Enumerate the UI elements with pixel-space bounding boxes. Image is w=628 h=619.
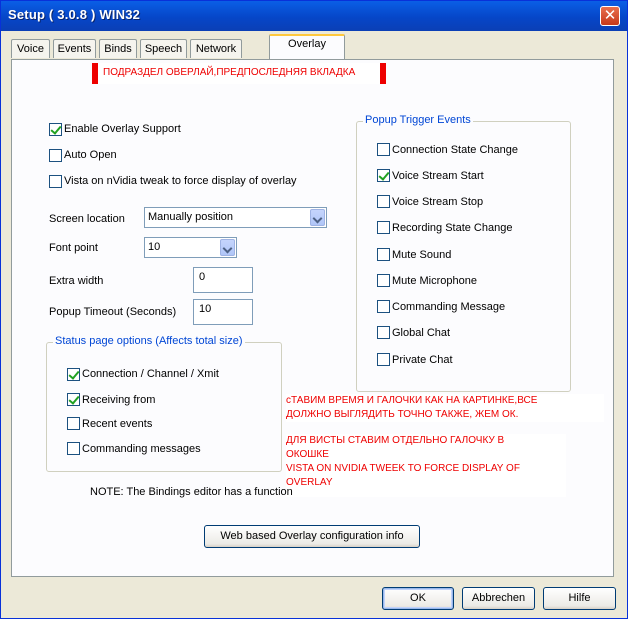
annotation-note-bottom: ДЛЯ ВИСТЫ СТАВИМ ОТДЕЛЬНО ГАЛОЧКУ В ОКОШ… xyxy=(286,434,566,497)
annotation-line-6: OVERLAY xyxy=(286,477,333,488)
banner-bar-left xyxy=(92,63,98,84)
cancel-button[interactable]: Abbrechen xyxy=(462,587,535,610)
popup-timeout-input[interactable]: 10 xyxy=(193,299,253,325)
enable-overlay-checkbox[interactable] xyxy=(49,123,62,136)
banner-bar-right xyxy=(380,63,386,84)
font-point-label: Font point xyxy=(49,242,98,254)
event-global-chat-checkbox[interactable] xyxy=(377,326,390,339)
event-voice-start-label: Voice Stream Start xyxy=(392,170,484,182)
tab-voice[interactable]: Voice xyxy=(11,39,50,58)
close-icon: ✕ xyxy=(603,6,617,24)
close-button[interactable]: ✕ xyxy=(600,6,620,26)
font-point-select[interactable]: 10 xyxy=(144,237,237,258)
event-commanding-message-checkbox[interactable] xyxy=(377,300,390,313)
extra-width-input[interactable]: 0 xyxy=(193,267,253,293)
status-recent-events-label: Recent events xyxy=(82,418,153,430)
screen-location-label: Screen location xyxy=(49,213,125,225)
status-commanding-label: Commanding messages xyxy=(82,443,201,455)
popup-timeout-label: Popup Timeout (Seconds) xyxy=(49,306,177,318)
annotation-note-top: сТАВИМ ВРЕМЯ И ГАЛОЧКИ КАК НА КАРТИНКЕ,В… xyxy=(286,394,604,422)
enable-overlay-label: Enable Overlay Support xyxy=(64,123,181,135)
annotation-line-2: ДОЛЖНО ВЫГЛЯДИТЬ ТОЧНО ТАКЖЕ, ЖЕМ ОК. xyxy=(286,409,519,420)
annotation-banner: ПОДРАЗДЕЛ ОВЕРЛАЙ,ПРЕДПОСЛЕДНЯЯ ВКЛАДКА xyxy=(92,63,386,84)
vista-tweak-checkbox[interactable] xyxy=(49,175,62,188)
ok-button[interactable]: OK xyxy=(382,587,454,610)
annotation-line-4: ОКОШКЕ xyxy=(286,449,329,460)
tab-overlay[interactable]: Overlay xyxy=(269,34,345,59)
event-connection-state-checkbox[interactable] xyxy=(377,143,390,156)
annotation-line-3: ДЛЯ ВИСТЫ СТАВИМ ОТДЕЛЬНО ГАЛОЧКУ В xyxy=(286,435,505,446)
event-mute-microphone-label: Mute Microphone xyxy=(392,275,477,287)
event-mute-sound-checkbox[interactable] xyxy=(377,248,390,261)
extra-width-label: Extra width xyxy=(49,275,104,287)
screen-location-select[interactable]: Manually position xyxy=(144,207,327,228)
event-recording-state-label: Recording State Change xyxy=(392,222,513,234)
auto-open-label: Auto Open xyxy=(64,149,117,161)
annotation-line-5: VISTA ON NVIDIA TWEEK TO FORCE DISPLAY O… xyxy=(286,463,520,474)
window-title: Setup ( 3.0.8 ) WIN32 xyxy=(8,7,141,22)
event-voice-stop-checkbox[interactable] xyxy=(377,195,390,208)
status-connection-label: Connection / Channel / Xmit xyxy=(82,368,219,380)
status-receiving-label: Receiving from xyxy=(82,394,156,406)
event-connection-state-label: Connection State Change xyxy=(392,144,518,156)
event-mute-microphone-checkbox[interactable] xyxy=(377,274,390,287)
tab-binds[interactable]: Binds xyxy=(99,39,137,58)
tab-speech[interactable]: Speech xyxy=(140,39,187,58)
event-global-chat-label: Global Chat xyxy=(392,327,451,339)
event-voice-start-checkbox[interactable] xyxy=(377,169,390,182)
event-voice-stop-label: Voice Stream Stop xyxy=(392,196,484,208)
status-connection-checkbox[interactable] xyxy=(67,368,80,381)
chevron-down-icon[interactable] xyxy=(220,239,235,256)
event-private-chat-checkbox[interactable] xyxy=(377,353,390,366)
help-button[interactable]: Hilfe xyxy=(543,587,616,610)
annotation-line-1: сТАВИМ ВРЕМЯ И ГАЛОЧКИ КАК НА КАРТИНКЕ,В… xyxy=(286,395,538,406)
status-receiving-checkbox[interactable] xyxy=(67,393,80,406)
bindings-note: NOTE: The Bindings editor has a function xyxy=(90,486,293,498)
event-private-chat-label: Private Chat xyxy=(392,354,453,366)
vista-tweak-label: Vista on nVidia tweak to force display o… xyxy=(64,175,297,187)
popup-events-title: Popup Trigger Events xyxy=(363,114,473,126)
event-mute-sound-label: Mute Sound xyxy=(392,249,452,261)
event-recording-state-checkbox[interactable] xyxy=(377,221,390,234)
annotation-banner-text: ПОДРАЗДЕЛ ОВЕРЛАЙ,ПРЕДПОСЛЕДНЯЯ ВКЛАДКА xyxy=(103,67,356,78)
chevron-down-icon[interactable] xyxy=(310,209,325,226)
status-options-title: Status page options (Affects total size) xyxy=(53,335,245,347)
tab-events[interactable]: Events xyxy=(53,39,96,58)
title-bar[interactable]: Setup ( 3.0.8 ) WIN32 ✕ xyxy=(1,1,627,31)
screen-location-value: Manually position xyxy=(148,211,233,223)
web-overlay-info-button[interactable]: Web based Overlay configuration info xyxy=(204,525,420,548)
auto-open-checkbox[interactable] xyxy=(49,149,62,162)
setup-window: Setup ( 3.0.8 ) WIN32 ✕ Voice Events Bin… xyxy=(0,0,628,619)
status-recent-events-checkbox[interactable] xyxy=(67,417,80,430)
event-commanding-message-label: Commanding Message xyxy=(392,301,506,313)
tab-network[interactable]: Network xyxy=(190,39,242,58)
status-commanding-checkbox[interactable] xyxy=(67,442,80,455)
font-point-value: 10 xyxy=(148,241,161,253)
